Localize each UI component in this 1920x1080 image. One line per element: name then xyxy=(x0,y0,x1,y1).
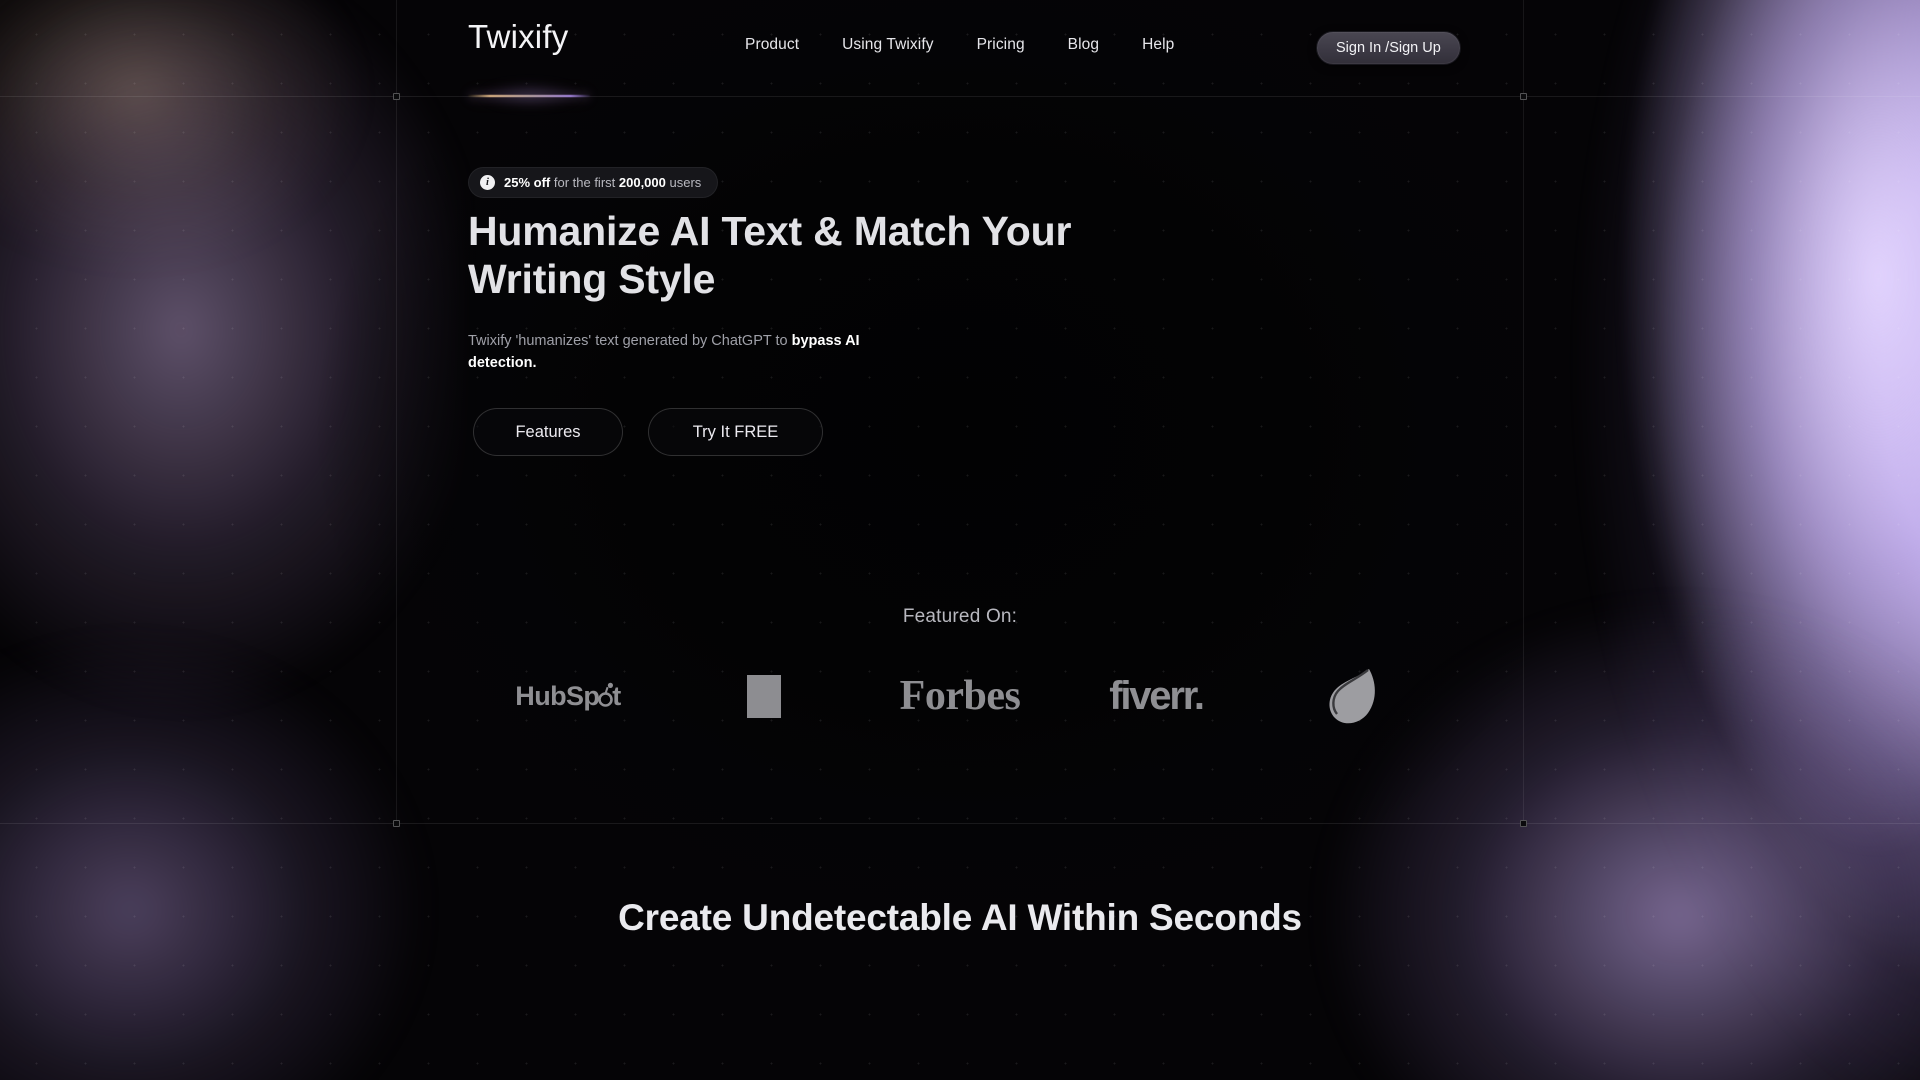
hubspot-logo-text: HubSp xyxy=(515,680,600,711)
features-button[interactable]: Features xyxy=(473,408,623,456)
logo-slot-leaf xyxy=(1254,641,1450,751)
featured-logos-row: HubSp t Forbes fiverr. xyxy=(0,641,1920,751)
fiverr-logo: fiverr. xyxy=(1109,673,1205,718)
logo-slot-hubspot: HubSp t xyxy=(470,641,666,751)
nav-item-help[interactable]: Help xyxy=(1142,36,1174,54)
leaf-logo xyxy=(1329,669,1375,724)
nav-item-blog[interactable]: Blog xyxy=(1068,36,1099,54)
try-it-free-button[interactable]: Try It FREE xyxy=(648,408,823,456)
promo-badge-text: 25% off for the first 200,000 users xyxy=(504,175,701,190)
hero-subheading: Twixify 'humanizes' text generated by Ch… xyxy=(468,330,898,375)
sign-in-sign-up-button[interactable]: Sign In /Sign Up xyxy=(1316,31,1461,65)
logo-slot-fiverr: fiverr. xyxy=(1058,641,1254,751)
promo-discount: 25% off xyxy=(504,175,551,190)
hero-cta-row: Features Try It FREE xyxy=(473,408,823,456)
undetectable-ai-section: Create Undetectable AI Within Seconds xyxy=(0,824,1920,1080)
hero-sub-text: Twixify 'humanizes' text generated by Ch… xyxy=(468,333,792,349)
promo-text-2: users xyxy=(665,175,702,190)
promo-count: 200,000 xyxy=(618,175,666,190)
main-navigation: Product Using Twixify Pricing Blog Help xyxy=(745,36,1174,54)
nav-item-product[interactable]: Product xyxy=(745,36,799,54)
hubspot-logo-text-tail: t xyxy=(612,680,621,711)
section-title: Create Undetectable AI Within Seconds xyxy=(618,897,1302,938)
site-header: Twixify Product Using Twixify Pricing Bl… xyxy=(0,0,1920,96)
hubspot-logo: HubSp t xyxy=(515,680,621,712)
featured-on-label: Featured On: xyxy=(902,606,1018,627)
hero-section: i 25% off for the first 200,000 users Hu… xyxy=(0,96,1920,824)
brand-logo[interactable]: Twixify xyxy=(468,18,568,56)
placeholder-logo xyxy=(747,674,781,718)
info-icon: i xyxy=(480,175,495,190)
forbes-logo: Forbes xyxy=(899,673,1021,719)
logo-slot-forbes: Forbes xyxy=(862,641,1058,751)
promo-text-1: for the first xyxy=(550,175,619,190)
hero-headline: Humanize AI Text & Match Your Writing St… xyxy=(468,208,1072,302)
nav-item-using-twixify[interactable]: Using Twixify xyxy=(842,36,933,54)
promo-badge[interactable]: i 25% off for the first 200,000 users xyxy=(468,167,719,198)
nav-item-pricing[interactable]: Pricing xyxy=(977,36,1025,54)
logo-slot-placeholder xyxy=(666,641,862,751)
